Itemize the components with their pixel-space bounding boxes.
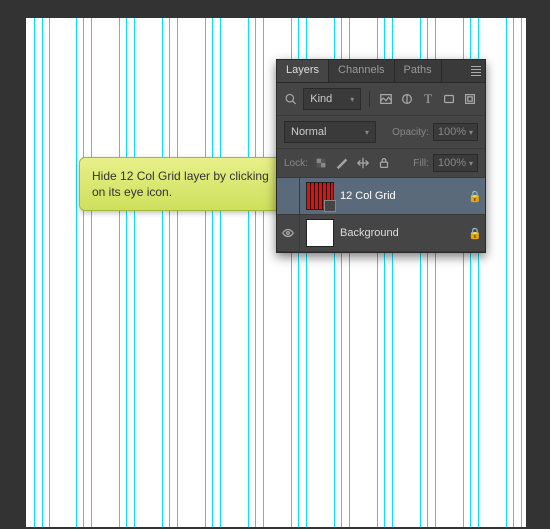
opacity-value: 100% [438,126,466,138]
panel-menu-icon[interactable] [467,60,485,82]
column-guide [212,18,213,527]
fill-input[interactable]: 100% ▾ [433,154,478,172]
column-guide [126,18,127,527]
column-guide [34,18,35,527]
help-callout: Hide 12 Col Grid layer by clicking on it… [79,157,295,211]
column-guide [162,18,163,527]
filter-pixel-icon[interactable] [378,91,393,107]
layer-name[interactable]: 12 Col Grid [340,190,465,202]
fill-label: Fill: [413,158,429,169]
tab-paths[interactable]: Paths [395,60,442,82]
blend-mode-label: Normal [291,126,326,138]
chevron-down-icon: ▾ [469,159,473,168]
column-guide [248,18,249,527]
column-guide [83,18,84,527]
tab-channels[interactable]: Channels [329,60,394,82]
panel-tabs: Layers Channels Paths [277,60,485,83]
chevron-down-icon: ▾ [365,128,369,137]
layers-panel: Layers Channels Paths Kind ▾ T Normal ▾ [276,59,486,253]
opacity-input[interactable]: 100% ▾ [433,123,478,141]
column-guide [506,18,507,527]
blend-mode-select[interactable]: Normal ▾ [284,121,376,143]
column-guide [521,18,522,527]
column-guide [119,18,120,527]
visibility-toggle[interactable] [277,215,300,251]
lock-position-icon[interactable] [355,155,371,171]
chevron-down-icon: ▾ [350,95,354,104]
filter-kind-label: Kind [310,93,332,105]
layer-filter-row: Kind ▾ T [277,83,485,116]
opacity-label: Opacity: [392,127,429,138]
layer-name[interactable]: Background [340,227,465,239]
column-guide [255,18,256,527]
filter-type-icon[interactable]: T [421,91,436,107]
visibility-toggle[interactable] [277,178,300,214]
column-guide [76,18,77,527]
column-guide [263,18,264,527]
column-guide [205,18,206,527]
filter-kind-select[interactable]: Kind ▾ [303,88,361,110]
smart-object-badge-icon [324,200,336,212]
lock-label: Lock: [284,158,308,169]
column-guide [134,18,135,527]
filter-smart-icon[interactable] [463,91,478,107]
search-icon [284,92,297,106]
layer-row-12-col-grid[interactable]: 12 Col Grid 🔒 [277,178,485,215]
fill-value: 100% [438,157,466,169]
column-guide [220,18,221,527]
lock-pixels-icon[interactable] [334,155,350,171]
workspace: Hide 12 Col Grid layer by clicking on it… [2,2,548,527]
column-guide [177,18,178,527]
layer-row-background[interactable]: Background 🔒 [277,215,485,252]
column-guide [169,18,170,527]
lock-row: Lock: Fill: 100% ▾ [277,149,485,178]
chevron-down-icon: ▾ [469,128,473,137]
column-guide [91,18,92,527]
blend-row: Normal ▾ Opacity: 100% ▾ [277,116,485,149]
tab-layers[interactable]: Layers [277,60,329,82]
column-guide [513,18,514,527]
column-guide [49,18,50,527]
filter-shape-icon[interactable] [442,91,457,107]
lock-icon[interactable]: 🔒 [465,227,485,240]
filter-adjust-icon[interactable] [399,91,414,107]
layers-list: 12 Col Grid 🔒 Background 🔒 [277,178,485,252]
lock-icon[interactable]: 🔒 [465,190,485,203]
column-guide [42,18,43,527]
lock-all-icon[interactable] [376,155,392,171]
lock-transparent-icon[interactable] [313,155,329,171]
callout-text: Hide 12 Col Grid layer by clicking on it… [92,169,269,199]
layer-thumbnail[interactable] [306,182,334,210]
layer-thumbnail[interactable] [306,219,334,247]
